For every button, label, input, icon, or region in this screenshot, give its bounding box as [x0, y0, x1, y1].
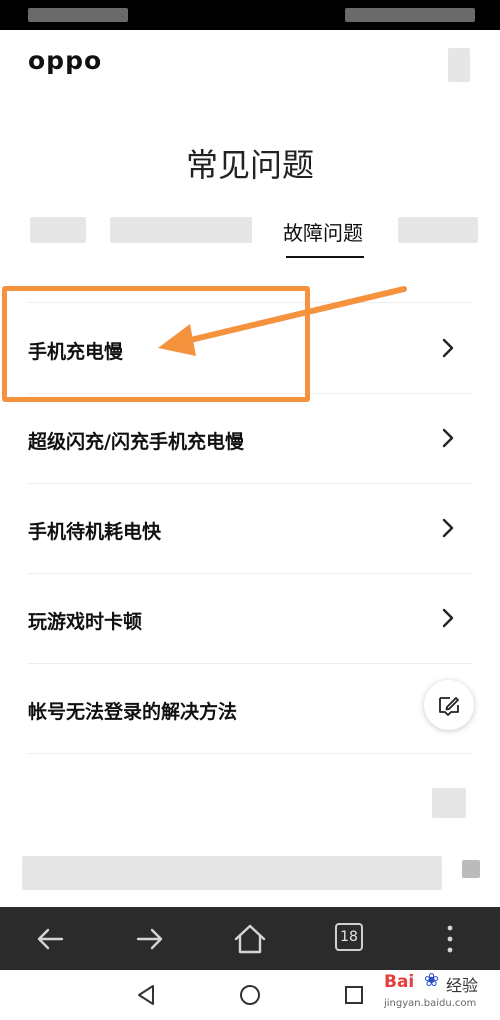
faq-item-label: 超级闪充/闪充手机充电慢: [28, 431, 244, 453]
faq-item-label: 玩游戏时卡顿: [28, 611, 143, 633]
tab-blurred-2[interactable]: [110, 217, 252, 243]
status-bar: [0, 0, 500, 30]
tab-fault-issues[interactable]: 故障问题: [283, 217, 363, 246]
watermark-tail: 经验: [446, 976, 479, 995]
paw-icon: ❀: [424, 970, 440, 991]
back-arrow-icon[interactable]: [30, 919, 70, 959]
blurred-footer-text: [22, 856, 442, 890]
faq-item-standby-drain[interactable]: 手机待机耗电快: [0, 483, 500, 573]
watermark-url: jingyan.baidu.com: [384, 998, 477, 1009]
more-icon[interactable]: [430, 919, 470, 959]
faq-item-label: 手机待机耗电快: [28, 521, 162, 543]
chevron-right-icon: [442, 338, 454, 358]
faq-item-label: 帐号无法登录的解决方法: [28, 701, 238, 723]
watermark-brand: Bai: [384, 972, 415, 992]
faq-item-game-lag[interactable]: 玩游戏时卡顿: [0, 573, 500, 663]
category-tabs: 故障问题: [0, 205, 500, 260]
blurred-footer-mark: [462, 860, 480, 878]
status-left-blur: [28, 8, 128, 22]
tab-blurred-3[interactable]: [398, 217, 478, 243]
home-circle-icon[interactable]: [237, 982, 263, 1008]
blurred-icon[interactable]: [432, 788, 466, 818]
browser-nav-bar: 18: [0, 907, 500, 970]
highlight-box: [2, 286, 310, 402]
home-icon[interactable]: [230, 919, 270, 959]
status-right-blur: [345, 8, 475, 22]
feedback-edit-button[interactable]: [424, 680, 474, 730]
recents-square-icon[interactable]: [341, 982, 367, 1008]
chevron-right-icon: [442, 608, 454, 628]
baidu-jingyan-watermark: Bai ❀ 经验 jingyan.baidu.com: [380, 968, 498, 1018]
tab-blurred-1[interactable]: [30, 217, 86, 243]
back-triangle-icon[interactable]: [133, 982, 159, 1008]
forward-arrow-icon[interactable]: [130, 919, 170, 959]
chevron-right-icon: [442, 518, 454, 538]
edit-feedback-icon: [439, 697, 459, 716]
chevron-right-icon: [442, 428, 454, 448]
tab-active-underline: [286, 256, 364, 258]
list-divider: [28, 753, 472, 754]
page-title: 常见问题: [185, 146, 314, 184]
app-header: oppo: [0, 30, 500, 100]
header-right-blur[interactable]: [448, 48, 470, 82]
faq-item-flash-charge-slow[interactable]: 超级闪充/闪充手机充电慢: [0, 393, 500, 483]
tabs-icon[interactable]: 18: [335, 923, 363, 951]
oppo-logo[interactable]: oppo: [28, 46, 102, 75]
